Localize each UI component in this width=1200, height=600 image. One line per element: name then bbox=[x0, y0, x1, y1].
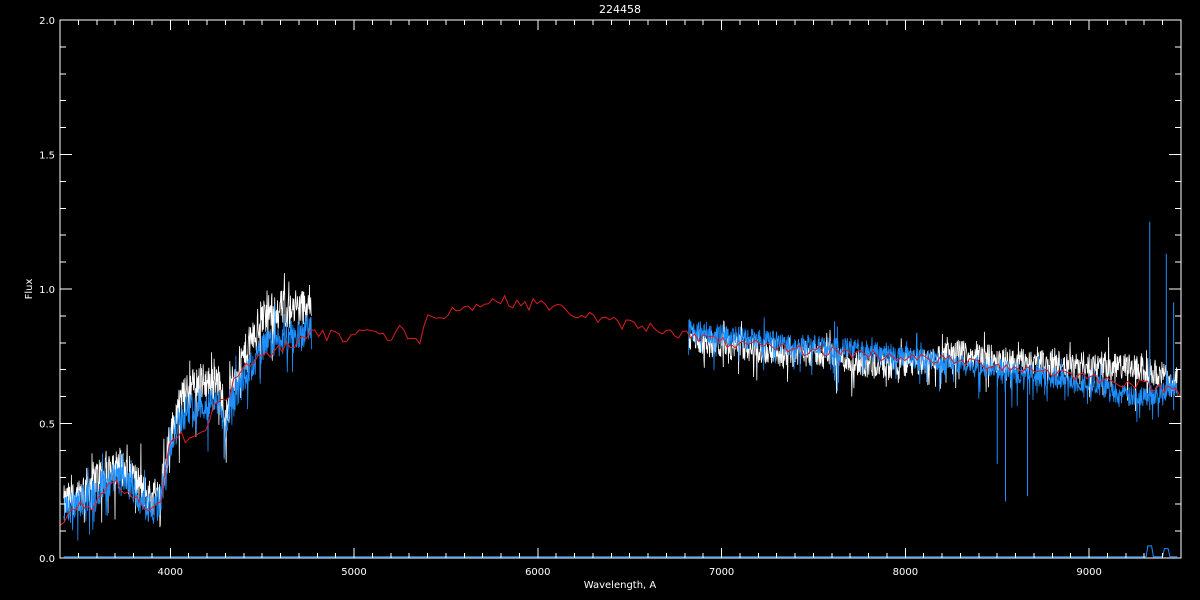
x-tick-label: 8000 bbox=[893, 567, 918, 578]
y-axis-title: Flux bbox=[24, 279, 35, 300]
y-tick-label: 1.5 bbox=[39, 151, 55, 162]
x-tick-label: 9000 bbox=[1076, 567, 1101, 578]
x-tick-label: 4000 bbox=[158, 567, 183, 578]
spectrum-chart: 4000 5000 6000 7000 8000 9000 0.0 0.5 1.0 1.5 2.0… bbox=[0, 0, 1200, 600]
spectrum-line-1-0 bbox=[63, 304, 312, 541]
chart-title: 224458 bbox=[599, 3, 641, 16]
spectrum-plot: 4000 5000 6000 7000 8000 9000 0.0 0.5 1.0 1.5 2.0… bbox=[24, 3, 1182, 591]
plot-series-group bbox=[59, 221, 1181, 558]
y-tick-label: 0.5 bbox=[39, 420, 55, 431]
y-axis-ticks: 0.0 0.5 1.0 1.5 2.0 bbox=[39, 16, 1181, 565]
y-tick-label: 0.0 bbox=[39, 554, 55, 565]
y-tick-label: 2.0 bbox=[39, 16, 55, 27]
plot-frame bbox=[59, 19, 1182, 559]
y-tick-label: 1.0 bbox=[39, 285, 55, 296]
x-axis-title: Wavelength, A bbox=[584, 580, 657, 591]
x-tick-label: 6000 bbox=[525, 567, 550, 578]
x-tick-label: 7000 bbox=[709, 567, 734, 578]
x-tick-label: 5000 bbox=[341, 567, 366, 578]
error-spectrum-line bbox=[63, 545, 1178, 558]
x-axis-ticks: 4000 5000 6000 7000 8000 9000 bbox=[59, 20, 1182, 578]
